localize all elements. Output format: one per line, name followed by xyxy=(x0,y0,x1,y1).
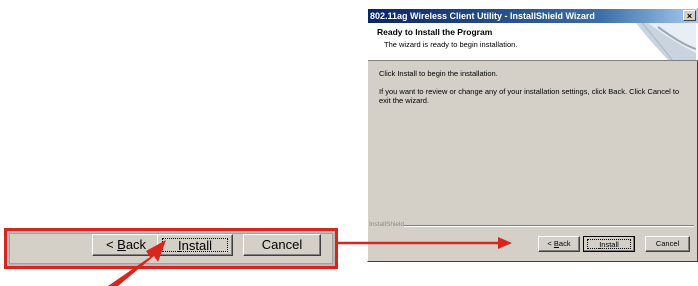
arrows-overlay xyxy=(108,237,512,286)
red-connector-arrow-icon xyxy=(338,237,512,249)
red-pointer-arrow-icon xyxy=(108,240,166,286)
